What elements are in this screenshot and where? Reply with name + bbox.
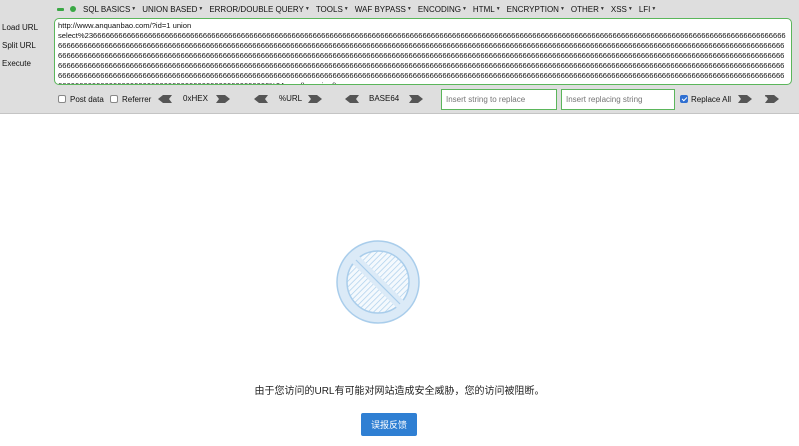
post-data-checkbox[interactable]: [58, 95, 66, 103]
menu-tools[interactable]: TOOLS ▼: [316, 5, 349, 14]
menu-encoding[interactable]: ENCODING ▼: [418, 5, 467, 14]
menu-other[interactable]: OTHER ▼: [571, 5, 605, 14]
url-actions: Load URL Split URL Execute: [2, 22, 38, 76]
menu-html[interactable]: HTML ▼: [473, 5, 501, 14]
replace-all-arrow-icon[interactable]: [738, 95, 752, 103]
replace-all-checkbox[interactable]: [680, 95, 688, 103]
hackbar-options: Post data Referrer 0xHEX %URL BASE64 Rep…: [0, 89, 799, 111]
caret-down-icon: ▼: [131, 6, 137, 12]
caret-down-icon: ▼: [559, 6, 565, 12]
hex-label: 0xHEX: [183, 94, 208, 103]
encode-url-arrow-icon[interactable]: [308, 95, 322, 103]
referrer-checkbox[interactable]: [110, 95, 118, 103]
menu-xss[interactable]: XSS ▼: [611, 5, 633, 14]
load-url-button[interactable]: Load URL: [2, 22, 38, 40]
decode-base64-arrow-icon[interactable]: [345, 95, 359, 103]
hackbar-toolbar: SQL BASICS ▼ UNION BASED ▼ ERROR/DOUBLE QU…: [0, 0, 799, 114]
caret-down-icon: ▼: [495, 6, 501, 12]
menu-lfi[interactable]: LFI ▼: [639, 5, 657, 14]
caret-down-icon: ▼: [406, 6, 412, 12]
minus-icon[interactable]: [57, 7, 64, 11]
encode-base64-arrow-icon[interactable]: [409, 95, 423, 103]
replace-with-input[interactable]: [561, 89, 675, 110]
false-positive-feedback-button[interactable]: 误报反馈: [361, 413, 417, 436]
hackbar-menu: SQL BASICS ▼ UNION BASED ▼ ERROR/DOUBLE QU…: [57, 3, 662, 15]
url-encode-label: %URL: [279, 94, 303, 103]
caret-down-icon: ▼: [198, 6, 204, 12]
caret-down-icon: ▼: [627, 6, 633, 12]
split-url-button[interactable]: Split URL: [2, 40, 38, 58]
url-textarea[interactable]: http://www.anquanbao.com/?id=1 union sel…: [54, 18, 792, 85]
menu-error-double-query[interactable]: ERROR/DOUBLE QUERY ▼: [209, 5, 310, 14]
prohibited-icon: [336, 240, 420, 324]
replace-find-input[interactable]: [441, 89, 557, 110]
caret-down-icon: ▼: [304, 6, 310, 12]
encode-hex-arrow-icon[interactable]: [216, 95, 230, 103]
caret-down-icon: ▼: [461, 6, 467, 12]
menu-sql-basics[interactable]: SQL BASICS ▼: [83, 5, 136, 14]
execute-button[interactable]: Execute: [2, 58, 38, 76]
caret-down-icon: ▼: [599, 6, 605, 12]
plus-icon[interactable]: [70, 6, 76, 12]
referrer-label: Referrer: [122, 95, 152, 104]
caret-down-icon: ▼: [651, 6, 657, 12]
decode-hex-arrow-icon[interactable]: [158, 95, 172, 103]
menu-union-based[interactable]: UNION BASED ▼: [142, 5, 203, 14]
base64-label: BASE64: [369, 94, 400, 103]
block-message: 由于您访问的URL有可能对网站造成安全威胁，您的访问被阻断。: [254, 386, 545, 397]
replace-all-label: Replace All: [691, 95, 732, 104]
post-data-label: Post data: [70, 95, 104, 104]
decode-url-arrow-icon[interactable]: [254, 95, 268, 103]
caret-down-icon: ▼: [343, 6, 349, 12]
menu-waf-bypass[interactable]: WAF BYPASS ▼: [355, 5, 412, 14]
replace-one-arrow-icon[interactable]: [765, 95, 779, 103]
menu-encryption[interactable]: ENCRYPTION ▼: [507, 5, 565, 14]
